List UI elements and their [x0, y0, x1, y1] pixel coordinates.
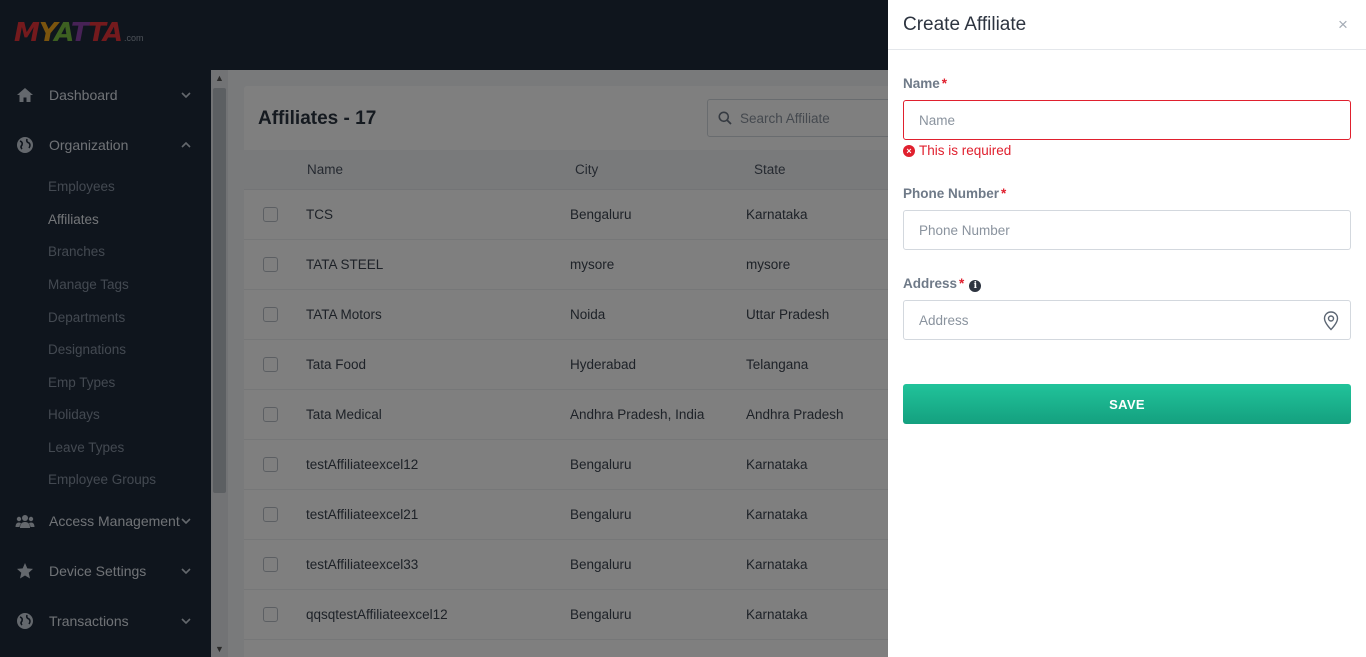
drawer-title: Create Affiliate: [903, 14, 1027, 35]
error-icon: ×: [903, 144, 915, 157]
phone-field[interactable]: [903, 210, 1351, 250]
modal-backdrop[interactable]: [0, 0, 888, 657]
name-input[interactable]: [904, 112, 1304, 128]
name-field[interactable]: [903, 100, 1351, 140]
address-field[interactable]: [903, 300, 1351, 340]
name-error-message: × This is required: [903, 143, 1011, 158]
drawer-header: Create Affiliate ×: [888, 0, 1366, 50]
phone-input[interactable]: [904, 222, 1304, 238]
required-mark: *: [1001, 186, 1007, 201]
name-label: Name *: [903, 76, 948, 91]
save-button[interactable]: SAVE: [903, 384, 1351, 424]
required-mark: *: [959, 276, 965, 291]
address-input[interactable]: [904, 312, 1304, 328]
error-text: This is required: [919, 143, 1012, 158]
close-icon[interactable]: ×: [1338, 15, 1348, 35]
address-label: Address * i: [903, 276, 982, 292]
info-icon[interactable]: i: [969, 280, 982, 292]
create-affiliate-drawer: Create Affiliate × Name* × This is requi…: [888, 0, 1366, 657]
required-mark: *: [941, 76, 948, 91]
location-pin-icon[interactable]: [1323, 311, 1339, 331]
phone-label: Phone Number *: [903, 186, 1007, 201]
